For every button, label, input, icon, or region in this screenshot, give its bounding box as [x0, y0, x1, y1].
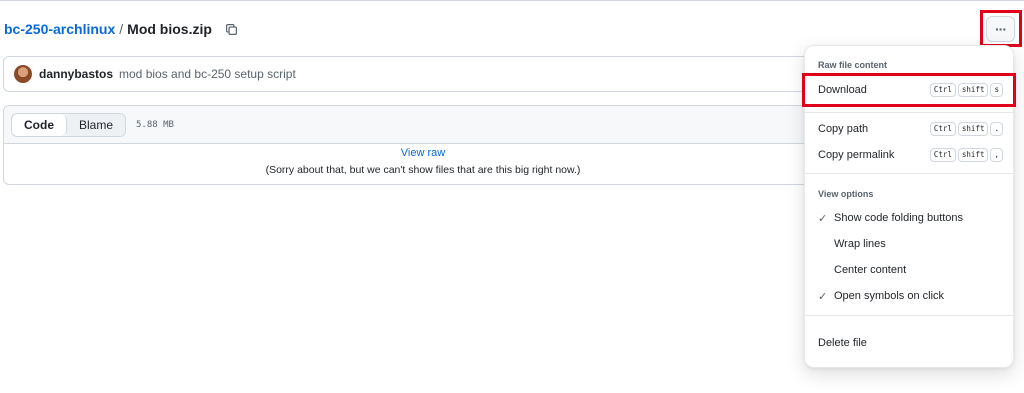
kebab-horizontal-icon: ··· — [995, 21, 1007, 37]
kbd-key: shift — [957, 148, 989, 162]
menu-divider — [805, 173, 1013, 174]
menu-divider — [805, 315, 1013, 316]
tab-code[interactable]: Code — [12, 113, 67, 136]
breadcrumb-repo-link[interactable]: bc-250-archlinux — [4, 21, 115, 37]
top-divider — [0, 0, 1024, 1]
menu-item-label: Copy path — [818, 123, 869, 135]
more-options-button[interactable]: ··· — [986, 16, 1015, 42]
kbd-key: shift — [957, 83, 989, 97]
file-body: View raw (Sorry about that, but we can't… — [4, 144, 842, 176]
shortcut: Ctrl shift , — [929, 148, 1003, 162]
file-size: 5.88 MB — [136, 119, 174, 130]
avatar[interactable] — [14, 65, 32, 83]
menu-item-copy-permalink[interactable]: Copy permalink Ctrl shift , — [811, 143, 1009, 167]
latest-commit-bar: dannybastos mod bios and bc-250 setup sc… — [3, 56, 843, 92]
kbd-key: shift — [957, 122, 989, 136]
tab-blame[interactable]: Blame — [67, 113, 126, 136]
menu-item-label: Copy permalink — [818, 149, 895, 161]
kbd-key: , — [990, 148, 1003, 162]
menu-item-label: Center content — [834, 264, 907, 276]
menu-item-copy-path[interactable]: Copy path Ctrl shift . — [811, 117, 1009, 141]
check-icon: ✓ — [818, 212, 828, 225]
breadcrumb-file-name: Mod bios.zip — [127, 21, 212, 37]
menu-item-center-content[interactable]: Center content — [811, 258, 1009, 282]
view-raw-link[interactable]: View raw — [4, 147, 842, 161]
breadcrumb: bc-250-archlinux / Mod bios.zip — [4, 19, 240, 39]
kbd-key: . — [990, 122, 1003, 136]
menu-item-label: Show code folding buttons — [834, 212, 964, 224]
check-icon: ✓ — [818, 290, 828, 303]
commit-author-link[interactable]: dannybastos — [39, 67, 113, 81]
view-toggle: Code Blame — [11, 112, 127, 137]
menu-divider — [805, 112, 1013, 113]
breadcrumb-separator: / — [119, 21, 124, 37]
menu-item-download[interactable]: Download Ctrl shift s — [811, 78, 1009, 102]
menu-item-open-symbols[interactable]: ✓ Open symbols on click — [811, 284, 1009, 308]
menu-section-raw: Raw file content — [818, 60, 888, 70]
menu-item-label: Open symbols on click — [834, 290, 945, 302]
shortcut: Ctrl shift s — [929, 83, 1003, 97]
copy-path-icon[interactable] — [224, 21, 240, 37]
kbd-key: s — [990, 83, 1003, 97]
commit-message[interactable]: mod bios and bc-250 setup script — [119, 67, 296, 81]
kbd-key: Ctrl — [929, 148, 956, 162]
shortcut: Ctrl shift . — [929, 122, 1003, 136]
menu-item-label: Delete file — [818, 337, 867, 349]
file-too-big-notice: (Sorry about that, but we can't show fil… — [265, 164, 581, 176]
more-options-menu: Raw file content Download Ctrl shift s C… — [804, 45, 1014, 368]
file-header: Code Blame 5.88 MB — [4, 106, 842, 144]
file-viewer: Code Blame 5.88 MB View raw (Sorry about… — [3, 105, 843, 185]
menu-item-wrap-lines[interactable]: Wrap lines — [811, 232, 1009, 256]
menu-item-delete-file[interactable]: Delete file — [811, 331, 1009, 355]
menu-item-label: Wrap lines — [834, 238, 886, 250]
kbd-key: Ctrl — [929, 83, 956, 97]
menu-section-view: View options — [818, 189, 874, 199]
menu-item-label: Download — [818, 84, 867, 96]
kbd-key: Ctrl — [929, 122, 956, 136]
menu-item-code-folding[interactable]: ✓ Show code folding buttons — [811, 206, 1009, 230]
